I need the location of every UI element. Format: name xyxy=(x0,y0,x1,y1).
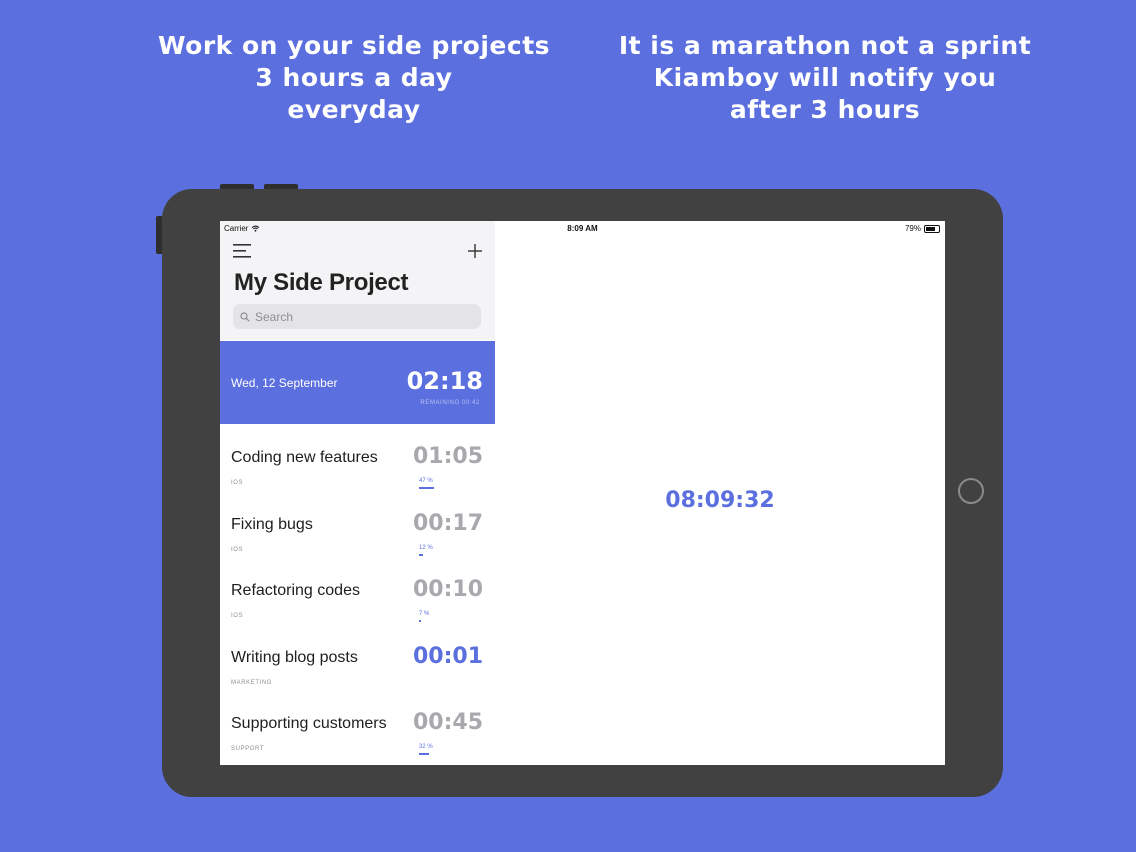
sidebar-header: My Side Project xyxy=(220,221,495,340)
project-time: 00:10 xyxy=(412,577,483,602)
progress-fill xyxy=(419,553,423,556)
progress-fill xyxy=(419,487,434,489)
headline-left-line: 3 hours a day xyxy=(255,63,453,92)
project-name: Refactoring codes xyxy=(231,582,360,599)
battery-percent: 79% xyxy=(904,224,921,233)
project-progress: 12 % xyxy=(419,545,450,556)
project-name: Writing blog posts xyxy=(231,648,358,666)
search-icon xyxy=(240,311,250,322)
project-category: IOS xyxy=(231,613,244,619)
page-title: My Side Project xyxy=(234,269,409,296)
project-list: Coding new features IOS 01:05 47 % Fixin… xyxy=(220,426,495,759)
headline-right: It is a marathon not a sprint Kiamboy wi… xyxy=(600,30,1050,126)
project-name: Coding new features xyxy=(231,449,378,466)
plus-icon[interactable] xyxy=(466,242,484,260)
today-summary-card[interactable]: Wed, 12 September 02:18 REMAINING 00:42 xyxy=(220,341,495,424)
detail-pane: 08:09:32 xyxy=(495,221,945,765)
project-name: Fixing bugs xyxy=(231,515,313,533)
current-time-display: 08:09:32 xyxy=(665,488,775,513)
today-timer: 02:18 xyxy=(406,367,483,395)
project-row[interactable]: Refactoring codes IOS 00:10 7 % xyxy=(220,559,495,626)
progress-bar xyxy=(419,487,450,489)
battery-fill xyxy=(926,226,935,231)
tablet-screen: Carrier 8:09 AM 79% My Side Project Sear… xyxy=(220,221,945,765)
headline-left: Work on your side projects 3 hours a day… xyxy=(134,30,574,126)
project-progress: 7 % xyxy=(419,611,450,622)
battery-indicator: 79% xyxy=(905,224,940,233)
progress-fill xyxy=(419,753,429,755)
project-time: 01:05 xyxy=(412,444,483,469)
project-category: IOS xyxy=(231,480,244,486)
project-progress: 47 % xyxy=(419,478,450,489)
project-row[interactable]: Fixing bugs IOS 00:17 12 % xyxy=(220,493,495,560)
progress-label: 47 % xyxy=(419,478,433,484)
sidebar: My Side Project Wed, 12 September 02:18 … xyxy=(220,221,495,765)
today-date: Wed, 12 September xyxy=(231,376,338,390)
project-row[interactable]: Coding new features IOS 01:05 47 % xyxy=(220,426,495,493)
battery-icon xyxy=(924,224,940,233)
status-time: 8:09 AM xyxy=(567,224,598,233)
progress-label: 12 % xyxy=(419,544,433,551)
project-category: MARKETING xyxy=(231,679,273,686)
search-bar[interactable] xyxy=(233,304,481,329)
progress-bar xyxy=(419,620,450,622)
headline-left-line: everyday xyxy=(287,95,421,124)
project-row[interactable]: Writing blog posts MARKETING 00:01 xyxy=(220,626,495,693)
headline-right-line: after 3 hours xyxy=(729,95,921,124)
project-name: Supporting customers xyxy=(231,715,387,732)
project-time: 00:17 xyxy=(412,510,483,536)
project-time: 00:45 xyxy=(412,710,483,735)
progress-bar xyxy=(419,753,450,755)
menu-icon[interactable] xyxy=(233,244,253,258)
project-category: SUPPORT xyxy=(231,746,265,752)
project-progress: 32 % xyxy=(419,744,450,755)
progress-fill xyxy=(419,620,422,622)
progress-label: 7 % xyxy=(419,611,430,617)
headline-right-line: It is a marathon not a sprint xyxy=(618,31,1032,60)
home-button[interactable] xyxy=(958,478,984,504)
headline-right-line: Kiamboy will notify you xyxy=(653,63,997,92)
status-bar: Carrier 8:09 AM 79% xyxy=(220,221,945,237)
progress-bar xyxy=(419,553,450,556)
search-input[interactable] xyxy=(255,309,455,324)
project-time: 00:01 xyxy=(412,643,483,669)
project-category: IOS xyxy=(231,546,244,553)
progress-label: 32 % xyxy=(419,744,433,750)
project-row[interactable]: Supporting customers SUPPORT 00:45 32 % xyxy=(220,692,495,759)
today-remaining: REMAINING 00:42 xyxy=(420,400,480,406)
headline-left-line: Work on your side projects xyxy=(157,31,551,60)
